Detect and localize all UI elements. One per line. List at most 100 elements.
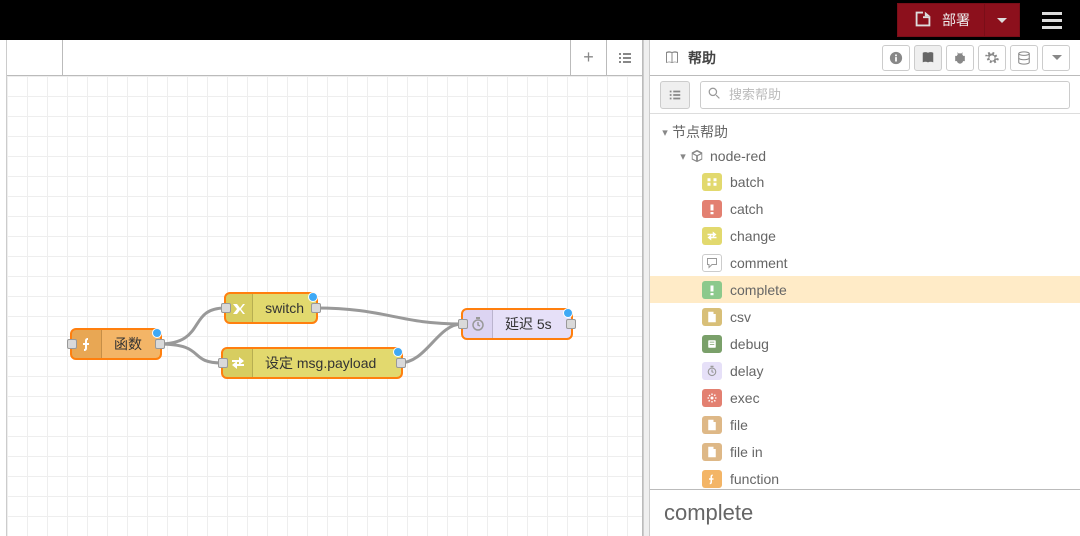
- help-toolbar: [650, 76, 1080, 114]
- help-item-label: csv: [730, 309, 751, 325]
- preview-title: complete: [664, 500, 1066, 526]
- list-icon: [668, 88, 682, 102]
- sidebar-tabs: [882, 45, 1070, 71]
- help-item-exec[interactable]: exec: [650, 384, 1080, 411]
- help-item-label: change: [730, 228, 776, 244]
- node-switch[interactable]: switch: [225, 293, 317, 323]
- input-port[interactable]: [221, 303, 231, 313]
- palette-collapsed[interactable]: [0, 40, 7, 536]
- sidebar: 帮助: [650, 40, 1080, 536]
- help-item-csv[interactable]: csv: [650, 303, 1080, 330]
- help-item-label: delay: [730, 363, 763, 379]
- search-icon: [708, 87, 721, 103]
- help-item-debug[interactable]: debug: [650, 330, 1080, 357]
- tab-more[interactable]: [1042, 45, 1070, 71]
- help-item-change[interactable]: change: [650, 222, 1080, 249]
- output-port[interactable]: [566, 319, 576, 329]
- sidebar-title: 帮助: [688, 48, 716, 68]
- help-item-file[interactable]: file: [650, 411, 1080, 438]
- book-icon: [664, 50, 680, 66]
- wires-layer: [7, 76, 642, 536]
- toc-toggle-button[interactable]: [660, 81, 690, 109]
- help-item-label: file: [730, 417, 748, 433]
- help-item-comment[interactable]: comment: [650, 249, 1080, 276]
- help-search-input[interactable]: [700, 81, 1070, 109]
- gear-icon: [985, 51, 999, 65]
- shuffle-icon: [702, 227, 722, 245]
- deploy-dropdown[interactable]: [984, 4, 1019, 36]
- tree-root[interactable]: ▾ 节点帮助: [650, 120, 1080, 144]
- database-icon: [1017, 51, 1031, 65]
- input-port[interactable]: [67, 339, 77, 349]
- list-icon: [617, 50, 633, 66]
- changed-indicator: [152, 328, 162, 338]
- help-item-label: exec: [730, 390, 760, 406]
- workspace: + 函数: [7, 40, 643, 536]
- flow-tab[interactable]: [7, 40, 63, 75]
- search-wrap: [700, 81, 1070, 109]
- cube-icon: [690, 149, 704, 163]
- gear-icon: [702, 389, 722, 407]
- help-item-label: function: [730, 471, 779, 487]
- caret-down-icon: [997, 18, 1007, 23]
- file-icon: [702, 416, 722, 434]
- changed-indicator: [563, 308, 573, 318]
- help-item-label: comment: [730, 255, 788, 271]
- node-label: 延迟 5s: [493, 314, 564, 334]
- caret-down-icon: [1052, 55, 1062, 60]
- tree-root-label: 节点帮助: [672, 122, 728, 142]
- bug-icon: [953, 51, 967, 65]
- help-preview: complete: [650, 489, 1080, 536]
- file-icon: [702, 443, 722, 461]
- file-icon: [702, 308, 722, 326]
- main-menu-button[interactable]: [1032, 4, 1072, 37]
- help-item-complete[interactable]: complete: [650, 276, 1080, 303]
- batch-icon: [702, 173, 722, 191]
- help-item-function[interactable]: function: [650, 465, 1080, 489]
- help-item-label: debug: [730, 336, 769, 352]
- app-header: 部署: [0, 0, 1080, 40]
- node-label: 函数: [102, 334, 154, 354]
- input-port[interactable]: [458, 319, 468, 329]
- comment-icon: [702, 254, 722, 272]
- alert-icon: [702, 200, 722, 218]
- output-port[interactable]: [155, 339, 165, 349]
- help-item-catch[interactable]: catch: [650, 195, 1080, 222]
- sidebar-title-wrap: 帮助: [664, 48, 874, 68]
- changed-indicator: [308, 292, 318, 302]
- deploy-label: 部署: [942, 10, 970, 30]
- workspace-tabbar: +: [7, 40, 642, 76]
- info-icon: [889, 51, 903, 65]
- node-label: switch: [253, 300, 316, 316]
- output-port[interactable]: [396, 358, 406, 368]
- function-icon: [702, 470, 722, 488]
- timer-icon: [702, 362, 722, 380]
- deploy-button-group: 部署: [897, 3, 1020, 37]
- tab-config[interactable]: [978, 45, 1006, 71]
- tree-group-label: node-red: [710, 148, 766, 164]
- tab-info[interactable]: [882, 45, 910, 71]
- tab-debug[interactable]: [946, 45, 974, 71]
- node-change[interactable]: 设定 msg.payload: [222, 348, 402, 378]
- help-item-filein[interactable]: file in: [650, 438, 1080, 465]
- node-delay[interactable]: 延迟 5s: [462, 309, 572, 339]
- debug-icon: [702, 335, 722, 353]
- help-tree[interactable]: ▾ 节点帮助 ▾ node-red batch catch change commen…: [650, 114, 1080, 489]
- deploy-icon: [912, 8, 934, 33]
- tree-group[interactable]: ▾ node-red: [650, 144, 1080, 168]
- help-item-batch[interactable]: batch: [650, 168, 1080, 195]
- tab-help[interactable]: [914, 45, 942, 71]
- help-item-delay[interactable]: delay: [650, 357, 1080, 384]
- flow-canvas[interactable]: 函数 switch 设定 msg.payload: [7, 76, 642, 536]
- help-item-label: batch: [730, 174, 764, 190]
- add-flow-button[interactable]: +: [570, 40, 606, 75]
- list-flows-button[interactable]: [606, 40, 642, 75]
- input-port[interactable]: [218, 358, 228, 368]
- changed-indicator: [393, 347, 403, 357]
- output-port[interactable]: [311, 303, 321, 313]
- node-function[interactable]: 函数: [71, 329, 161, 359]
- deploy-button[interactable]: 部署: [898, 8, 984, 33]
- plus-icon: +: [583, 47, 594, 68]
- sidebar-separator[interactable]: [643, 40, 650, 536]
- tab-context[interactable]: [1010, 45, 1038, 71]
